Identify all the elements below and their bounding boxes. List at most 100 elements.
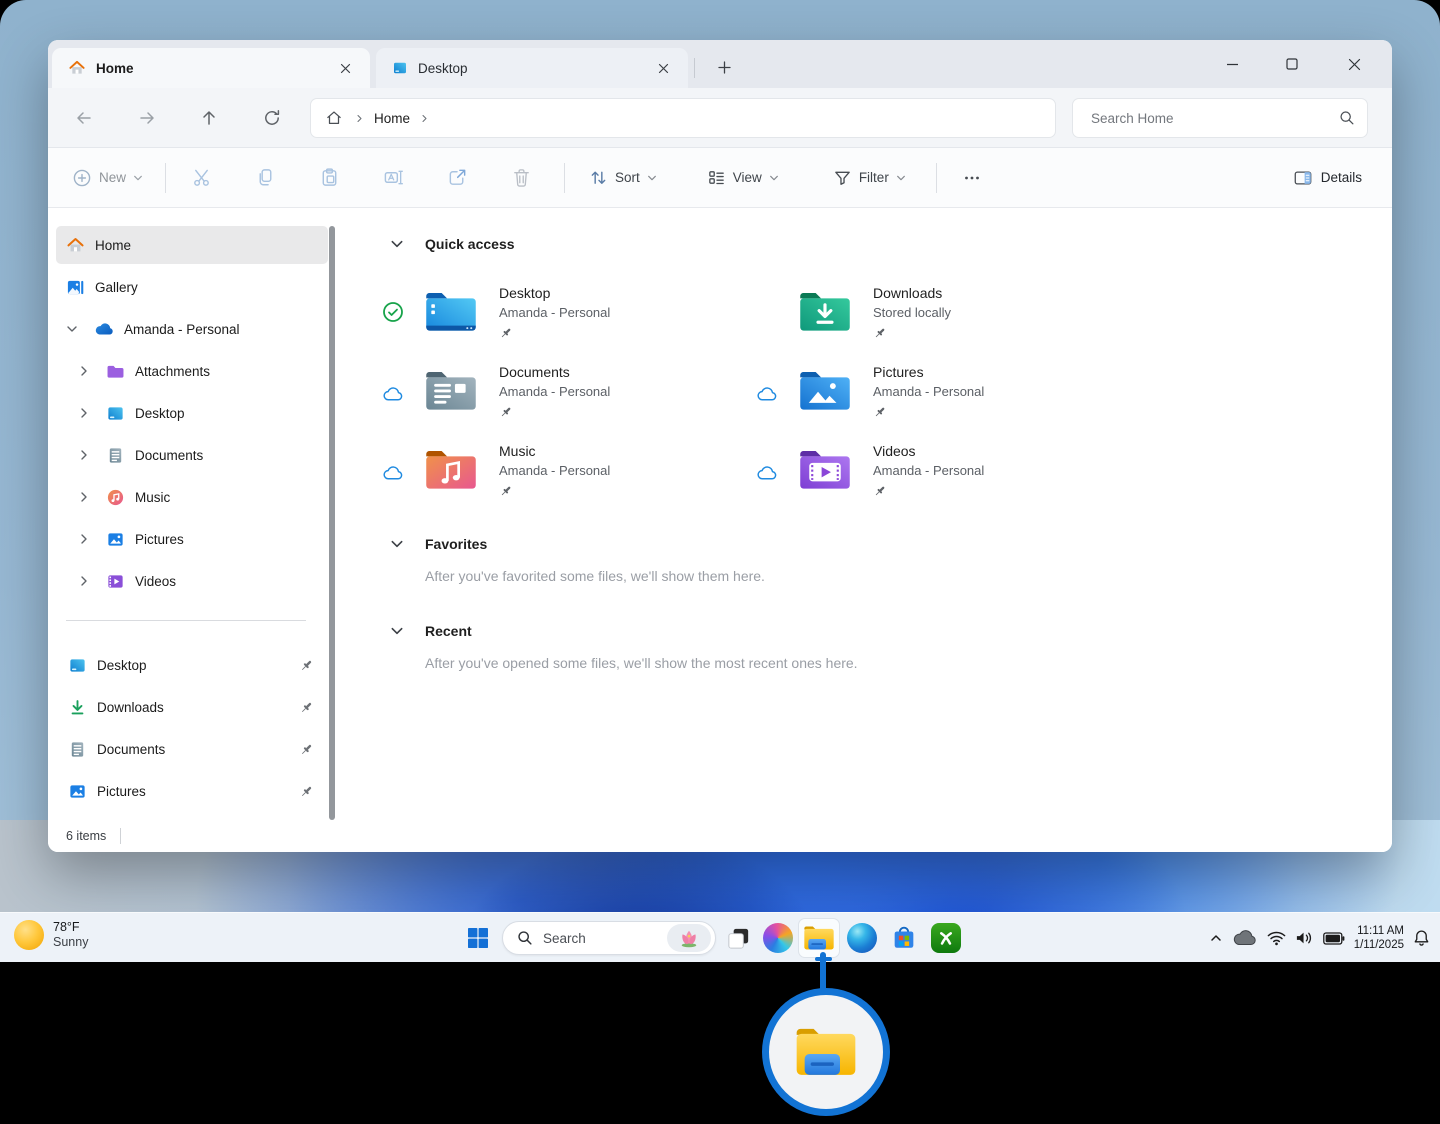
share-button[interactable] <box>434 158 480 198</box>
sidebar-item-desktop[interactable]: Desktop <box>56 394 328 432</box>
sidebar-item-label: Gallery <box>95 280 138 295</box>
view-button[interactable]: View <box>699 158 787 198</box>
collapse-chevron-icon[interactable] <box>390 537 404 551</box>
chevron-right-icon[interactable] <box>78 575 90 587</box>
sidebar-item-label: Downloads <box>97 700 164 715</box>
delete-button[interactable] <box>498 158 544 198</box>
taskbar-search-input[interactable] <box>541 930 667 947</box>
cloud-status-icon <box>382 462 404 484</box>
quick-access-tile-documents[interactable]: Documents Amanda - Personal <box>430 363 804 419</box>
back-button[interactable] <box>67 101 101 135</box>
cut-button[interactable] <box>178 158 224 198</box>
tray-chevron-icon[interactable] <box>1209 931 1223 945</box>
weather-condition: Sunny <box>53 935 88 950</box>
sidebar-pinned-pictures[interactable]: Pictures <box>56 772 328 810</box>
more-button[interactable] <box>949 158 995 198</box>
widgets-weather-button[interactable]: 78°F Sunny <box>14 920 88 950</box>
sidebar-item-pictures[interactable]: Pictures <box>56 520 328 558</box>
toolbar-divider <box>936 163 937 193</box>
sidebar-item-label: Documents <box>97 742 165 757</box>
chevron-right-icon[interactable] <box>78 533 90 545</box>
details-button[interactable]: Details <box>1285 158 1370 198</box>
rename-button[interactable] <box>370 158 416 198</box>
cut-icon <box>191 167 212 188</box>
close-button[interactable] <box>1331 40 1377 88</box>
xbox-button[interactable] <box>928 920 964 956</box>
wifi-icon[interactable] <box>1267 930 1286 946</box>
sidebar-item-videos[interactable]: Videos <box>56 562 328 600</box>
file-explorer-window: Home Desktop <box>48 40 1392 852</box>
section-recent[interactable]: Recent <box>390 621 1392 641</box>
volume-icon[interactable] <box>1295 930 1314 946</box>
pin-icon <box>873 326 887 340</box>
copilot-button[interactable] <box>760 920 796 956</box>
sidebar-item-attachments[interactable]: Attachments <box>56 352 328 390</box>
sidebar-item-gallery[interactable]: Gallery <box>56 268 328 306</box>
chevron-right-icon[interactable] <box>78 407 90 419</box>
quick-access-tile-music[interactable]: Music Amanda - Personal <box>430 442 804 498</box>
chevron-right-icon[interactable] <box>78 449 90 461</box>
section-favorites[interactable]: Favorites <box>390 534 1392 554</box>
home-icon <box>68 59 86 77</box>
sidebar-pinned-downloads[interactable]: Downloads <box>56 688 328 726</box>
section-quick-access[interactable]: Quick access <box>390 234 1392 254</box>
forward-button[interactable] <box>130 101 164 135</box>
breadcrumb-home-icon[interactable] <box>325 109 343 127</box>
quick-access-tile-desktop[interactable]: Desktop Amanda - Personal <box>430 284 804 340</box>
minimize-button[interactable] <box>1209 40 1255 88</box>
sidebar-scrollbar[interactable] <box>329 226 335 820</box>
sidebar-pinned-documents[interactable]: Documents <box>56 730 328 768</box>
chevron-down-icon[interactable] <box>66 323 78 335</box>
search-icon[interactable] <box>1339 110 1355 126</box>
search-box[interactable] <box>1072 98 1368 138</box>
chevron-right-icon[interactable] <box>78 491 90 503</box>
sidebar-item-music[interactable]: Music <box>56 478 328 516</box>
pin-icon <box>299 784 314 799</box>
breadcrumb-chevron-icon[interactable] <box>420 114 429 123</box>
tile-subtitle: Stored locally <box>873 304 951 322</box>
breadcrumb-item[interactable]: Home <box>374 111 410 126</box>
taskbar-search-box[interactable] <box>502 921 716 955</box>
edge-button[interactable] <box>844 920 880 956</box>
quick-access-tile-pictures[interactable]: Pictures Amanda - Personal <box>804 363 1178 419</box>
maximize-button[interactable] <box>1269 40 1315 88</box>
up-button[interactable] <box>192 101 226 135</box>
collapse-chevron-icon[interactable] <box>390 237 404 251</box>
sidebar-item-documents[interactable]: Documents <box>56 436 328 474</box>
store-button[interactable] <box>886 920 922 956</box>
file-explorer-taskbar-button[interactable] <box>798 918 840 958</box>
task-view-button[interactable] <box>720 920 756 956</box>
battery-icon[interactable] <box>1323 932 1345 945</box>
tab-desktop[interactable]: Desktop <box>376 48 688 88</box>
screenshot-root: Home Desktop <box>0 0 1440 1124</box>
tab-home-close-icon[interactable] <box>332 55 358 81</box>
filter-button[interactable]: Filter <box>825 158 914 198</box>
chevron-down-icon <box>647 173 657 183</box>
paste-button[interactable] <box>306 158 352 198</box>
sidebar-pinned-desktop[interactable]: Desktop <box>56 646 328 684</box>
new-tab-button[interactable] <box>708 51 740 83</box>
quick-access-tile-downloads[interactable]: Downloads Stored locally <box>804 284 1178 340</box>
sidebar-item-home[interactable]: Home <box>56 226 328 264</box>
onedrive-tray-icon[interactable] <box>1232 929 1258 947</box>
copy-button[interactable] <box>242 158 288 198</box>
sidebar-item-label: Pictures <box>97 784 146 799</box>
tab-desktop-close-icon[interactable] <box>650 55 676 81</box>
clock[interactable]: 11:11 AM 1/11/2025 <box>1354 924 1404 952</box>
quick-access-tile-videos[interactable]: Videos Amanda - Personal <box>804 442 1178 498</box>
new-button[interactable]: New <box>62 158 153 198</box>
start-button[interactable] <box>460 920 496 956</box>
collapse-chevron-icon[interactable] <box>390 624 404 638</box>
desktop-icon <box>68 656 87 675</box>
search-input[interactable] <box>1089 110 1339 127</box>
tab-home[interactable]: Home <box>52 48 370 88</box>
documents-folder-icon <box>424 367 478 413</box>
chevron-right-icon[interactable] <box>78 365 90 377</box>
pin-icon <box>499 405 513 419</box>
sidebar-item-onedrive[interactable]: Amanda - Personal <box>56 310 328 348</box>
breadcrumb[interactable]: Home <box>310 98 1056 138</box>
refresh-button[interactable] <box>255 101 289 135</box>
chevron-down-icon <box>769 173 779 183</box>
sort-button[interactable]: Sort <box>581 158 665 198</box>
bell-icon[interactable] <box>1413 929 1430 947</box>
